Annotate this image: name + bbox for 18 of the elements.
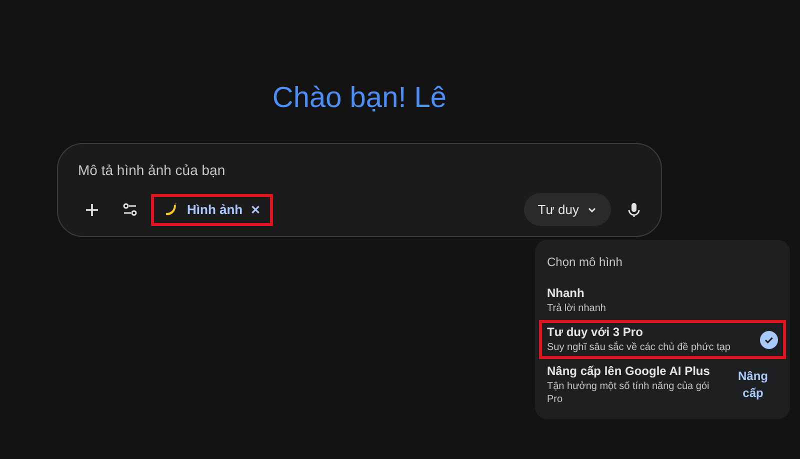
mode-dropdown[interactable]: Tư duy <box>524 193 611 226</box>
prompt-field[interactable]: Mô tả hình ảnh của bạn <box>78 162 478 178</box>
menu-title: Chọn mô hình <box>546 254 624 271</box>
greeting-title: Chào bạn! Lê <box>272 82 447 115</box>
option-description: Suy nghĩ sâu sắc về các chủ đề phức tạp <box>547 341 732 354</box>
option-name: Nhanh <box>547 286 586 300</box>
option-name: Nâng cấp lên Google AI Plus <box>547 364 711 378</box>
model-option[interactable]: Tư duy với 3 Pro Suy nghĩ sâu sắc về các chủ đề phức tạp <box>539 320 786 359</box>
option-description: Trả lời nhanh <box>547 302 607 315</box>
remove-icon[interactable]: ✕ <box>250 202 261 216</box>
banana-icon <box>163 202 179 218</box>
upgrade-link[interactable]: Nâng cấp <box>728 368 778 402</box>
option-description: Tận hưởng một số tính năng của gói Pro <box>547 380 710 406</box>
model-option[interactable]: Nhanh Trả lời nhanh <box>539 281 786 320</box>
option-name: Tư duy với 3 Pro <box>547 325 644 339</box>
image-tool-chip[interactable]: Hình ảnh ✕ <box>154 196 270 222</box>
check-icon <box>760 330 778 348</box>
model-option[interactable]: Nâng cấp lên Google AI Plus Tận hưởng một số tính năng của gói Pro Nâng cấp <box>539 359 786 411</box>
